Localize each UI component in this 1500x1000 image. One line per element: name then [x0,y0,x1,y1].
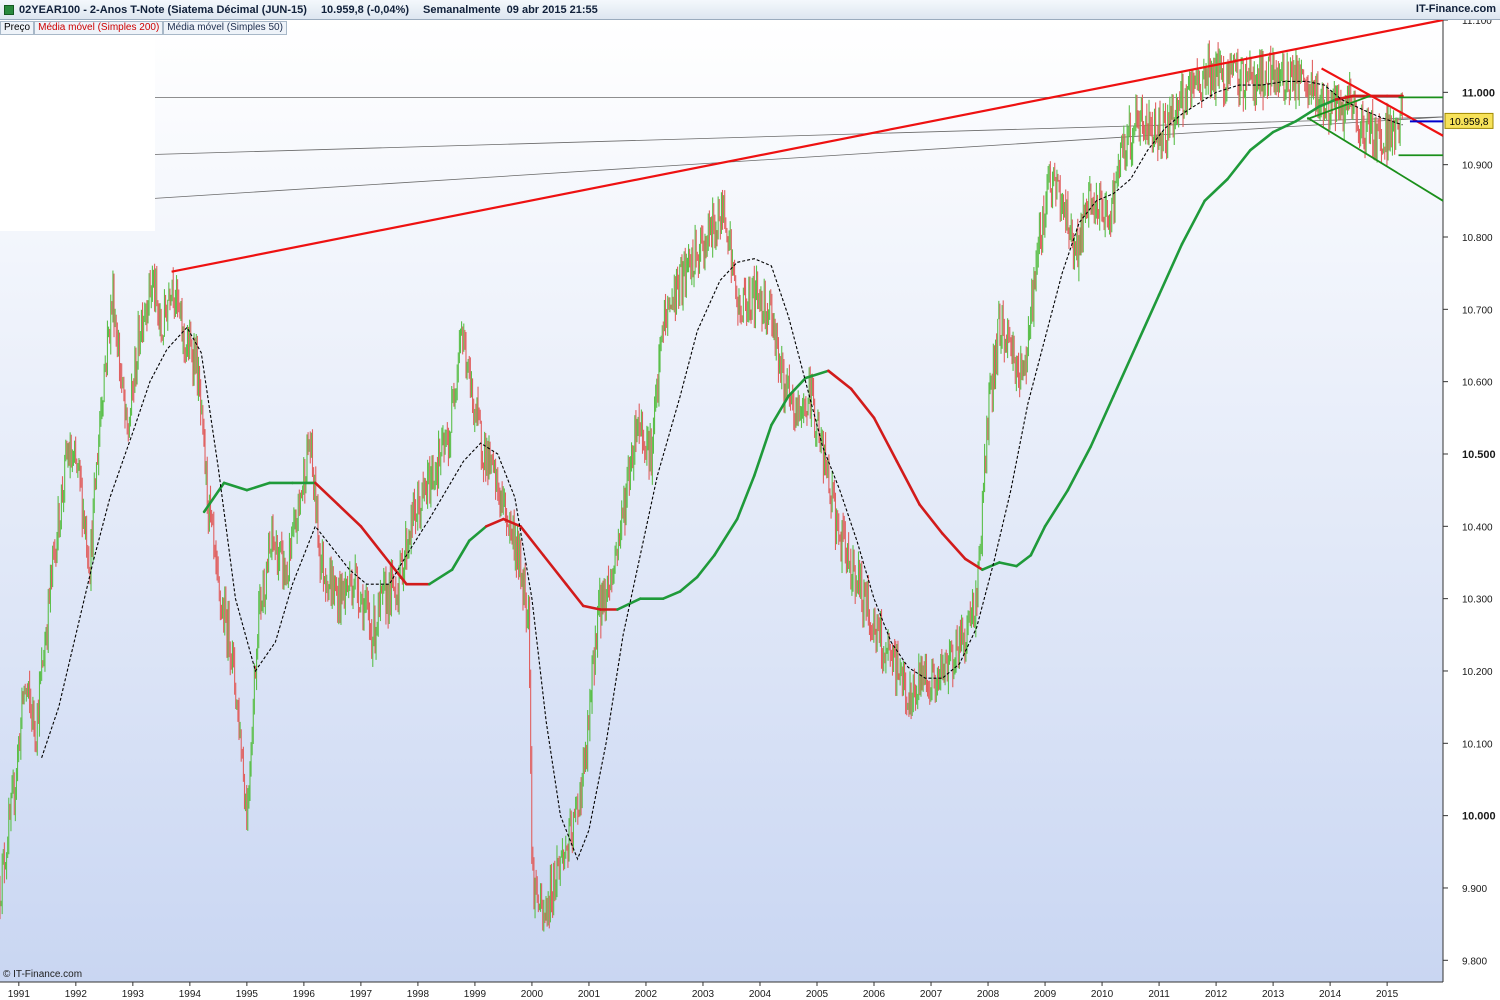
price-change: 10.959,8 (-0,04%) [320,3,409,16]
y-tick-label: 10.700 [1462,305,1493,316]
x-tick-label: 2004 [749,989,772,1000]
y-tick-label: 10.000 [1462,811,1496,823]
x-tick-label: 1995 [236,989,259,1000]
y-tick-label: 11.000 [1462,87,1495,99]
x-tick-label: 1996 [293,989,316,1000]
x-tick-label: 2010 [1091,989,1114,1000]
drawing-tool-panel [0,35,155,231]
y-tick-label: 10.600 [1462,378,1493,389]
y-tick-label: 9.800 [1462,956,1487,967]
brand-label: IT-Finance.com [1415,3,1496,15]
x-tick-label: 1994 [179,989,202,1000]
y-tick-label: 10.900 [1462,161,1493,172]
datetime-label: 09 abr 2015 21:55 [506,3,598,16]
last-price-label: 10.959,8 [1450,117,1489,128]
x-tick-label: 2007 [920,989,943,1000]
plot-background [0,20,1443,982]
x-tick-label: 2003 [692,989,715,1000]
legend-ma50[interactable]: Média móvel (Simples 50) [163,21,287,35]
y-tick-label: 10.300 [1462,595,1493,606]
x-tick-label: 2000 [521,989,544,1000]
x-tick-label: 2013 [1262,989,1285,1000]
y-tick-label: 10.500 [1462,449,1496,461]
x-tick-label: 1999 [464,989,487,1000]
y-tick-label: 9.900 [1462,884,1487,895]
x-tick-label: 2011 [1148,989,1170,1000]
x-tick-label: 2008 [977,989,1000,1000]
legend-ma200[interactable]: Média móvel (Simples 200) [34,21,164,35]
y-tick-label: 10.400 [1462,522,1493,533]
x-tick-label: 2012 [1205,989,1228,1000]
indicator-legend: Preço Média móvel (Simples 200) Média mó… [0,21,287,35]
copyright-label: © IT-Finance.com [3,969,83,980]
period-label: Semanalmente [423,3,501,16]
x-tick-label: 2001 [578,989,601,1000]
x-tick-label: 1992 [65,989,88,1000]
x-tick-label: 1991 [8,989,31,1000]
x-tick-label: 2009 [1034,989,1057,1000]
price-chart[interactable]: 11.10011.00010.90010.80010.70010.60010.5… [0,0,1500,1000]
y-tick-label: 10.800 [1462,233,1493,244]
x-tick-label: 2002 [635,989,658,1000]
instrument-title: 02YEAR100 - 2-Anos T-Note (Siatema Décim… [19,3,307,16]
chart-title-bar: 02YEAR100 - 2-Anos T-Note (Siatema Décim… [0,0,1500,20]
y-tick-label: 10.200 [1462,667,1493,678]
x-tick-label: 2005 [806,989,829,1000]
x-tick-label: 2006 [863,989,886,1000]
chart-app-icon [4,4,14,15]
x-tick-label: 1997 [350,989,373,1000]
x-tick-label: 1998 [407,989,430,1000]
x-tick-label: 2015 [1376,989,1399,1000]
y-tick-label: 10.100 [1462,739,1493,750]
x-tick-label: 2014 [1319,989,1342,1000]
x-tick-label: 1993 [122,989,145,1000]
legend-price[interactable]: Preço [0,21,35,35]
